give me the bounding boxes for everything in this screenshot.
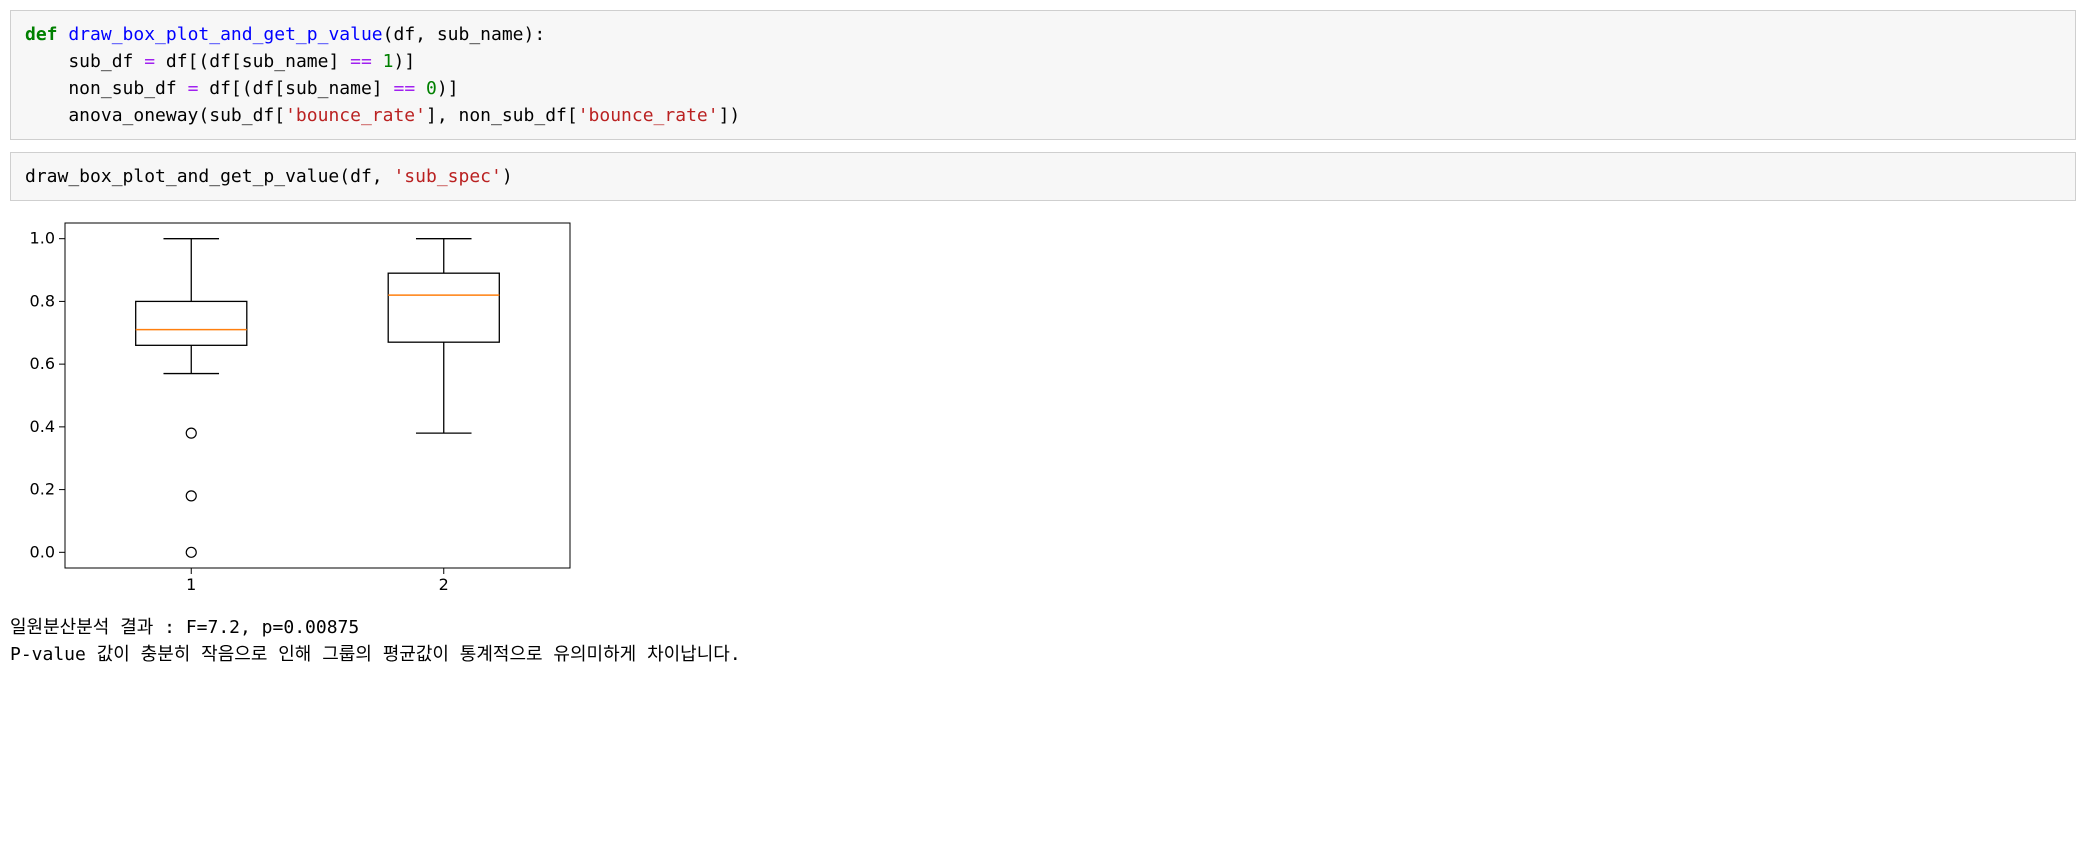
code-line-4c: ]) [719, 105, 741, 126]
code-line-3b: df[(df[sub_name] [198, 78, 393, 99]
op-eqeq-2: == [393, 78, 415, 99]
code-line-4b: ], non_sub_df[ [426, 105, 578, 126]
output-text: 일원분산분석 결과 : F=7.2, p=0.00875 P-value 값이 … [10, 614, 2076, 668]
num-1: 1 [383, 51, 394, 72]
str-bounce-1: 'bounce_rate' [285, 105, 426, 126]
boxplot-output: 0.0 0.2 0.4 0.6 0.8 1.0 1 2 [10, 213, 2076, 608]
pvalue-interpretation-line: P-value 값이 충분히 작음으로 인해 그룹의 평균값이 통계적으로 유의… [10, 644, 741, 665]
keyword-def: def [25, 24, 58, 45]
boxplot-svg: 0.0 0.2 0.4 0.6 0.8 1.0 1 2 [10, 213, 580, 603]
op-eq-1: = [144, 51, 155, 72]
code-line-2c: )] [394, 51, 416, 72]
space-1 [372, 51, 383, 72]
code-line-4a: anova_oneway(sub_df[ [25, 105, 285, 126]
call-arg-str: 'sub_spec' [393, 166, 501, 187]
space-2 [415, 78, 426, 99]
code-line-2a: sub_df [25, 51, 144, 72]
call-a: draw_box_plot_and_get_p_value(df, [25, 166, 393, 187]
svg-text:0.6: 0.6 [30, 354, 55, 373]
code-line-2b: df[(df[sub_name] [155, 51, 350, 72]
str-bounce-2: 'bounce_rate' [578, 105, 719, 126]
num-0: 0 [426, 78, 437, 99]
svg-text:2: 2 [439, 575, 449, 594]
op-eqeq-1: == [350, 51, 372, 72]
svg-text:0.8: 0.8 [30, 291, 55, 310]
anova-result-line: 일원분산분석 결과 : F=7.2, p=0.00875 [10, 617, 359, 638]
code-line-3c: )] [437, 78, 459, 99]
function-name: draw_box_plot_and_get_p_value [68, 24, 382, 45]
op-eq-2: = [188, 78, 199, 99]
code-line-3a: non_sub_df [25, 78, 188, 99]
svg-text:1.0: 1.0 [30, 229, 55, 248]
svg-text:0.2: 0.2 [30, 480, 55, 499]
call-b: ) [502, 166, 513, 187]
svg-text:0.0: 0.0 [30, 542, 55, 561]
code-cell-1: def draw_box_plot_and_get_p_value(df, su… [10, 10, 2076, 140]
code-cell-2: draw_box_plot_and_get_p_value(df, 'sub_s… [10, 152, 2076, 201]
params: (df, sub_name): [383, 24, 546, 45]
svg-text:0.4: 0.4 [30, 417, 55, 436]
svg-text:1: 1 [186, 575, 196, 594]
